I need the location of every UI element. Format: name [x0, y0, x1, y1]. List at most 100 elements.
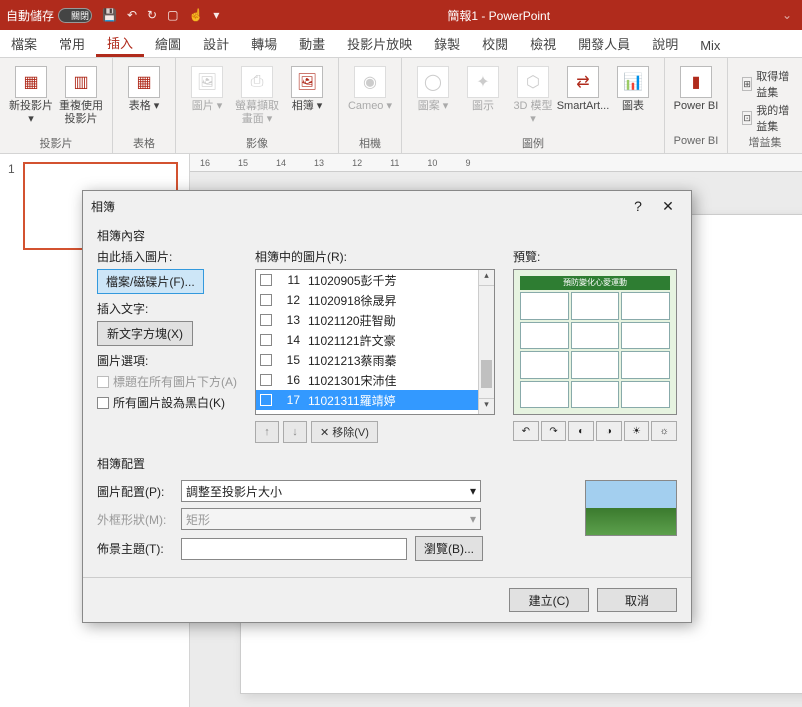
theme-input[interactable] [181, 538, 407, 560]
close-icon[interactable]: ✕ [653, 198, 683, 215]
album-icon: 🖼 [291, 66, 323, 98]
ruler-horizontal: 161514131211109 [190, 154, 802, 172]
picture-button[interactable]: 🖼圖片 ▾ [184, 62, 230, 135]
list-item-selected[interactable]: 1711021311羅靖婷 [256, 390, 494, 410]
get-addins-button[interactable]: ⊞取得增益集 [742, 68, 794, 100]
help-icon[interactable]: ? [623, 198, 653, 214]
tab-design[interactable]: 設計 [192, 29, 240, 57]
tab-developer[interactable]: 開發人員 [567, 29, 641, 57]
tab-slideshow[interactable]: 投影片放映 [336, 29, 423, 57]
redo-icon[interactable]: ↻ [147, 8, 157, 22]
tab-file[interactable]: 檔案 [0, 29, 48, 57]
reuse-slide-button[interactable]: ▥重複使用投影片 [58, 62, 104, 135]
new-slide-icon: ▦ [15, 66, 47, 98]
ribbon: ▦新投影片 ▾ ▥重複使用投影片 投影片 ▦表格 ▾ 表格 🖼圖片 ▾ ⎙螢幕擷… [0, 58, 802, 154]
rotate-left-button[interactable]: ↶ [513, 421, 539, 441]
tab-review[interactable]: 校閱 [471, 29, 519, 57]
powerbi-icon: ▮ [680, 66, 712, 98]
chevron-down-icon: ▾ [470, 512, 476, 526]
remove-button[interactable]: ✕ 移除(V) [311, 421, 378, 443]
list-item[interactable]: 1511021213蔡雨蓁 [256, 350, 494, 370]
touch-icon[interactable]: ☝ [188, 8, 203, 22]
undo-icon[interactable]: ↶ [127, 8, 137, 22]
qat-more-icon[interactable]: ▾ [213, 8, 219, 22]
new-textbox-button[interactable]: 新文字方塊(X) [97, 321, 193, 346]
cancel-button[interactable]: 取消 [597, 588, 677, 612]
tab-view[interactable]: 檢視 [519, 29, 567, 57]
smartart-button[interactable]: ⇄SmartArt... [560, 62, 606, 135]
picture-listbox[interactable]: 1111020905彭千芳 1211020918徐晟昇 1311021120莊智… [255, 269, 495, 415]
addins-icon: ⊡ [742, 111, 752, 125]
layout-label: 圖片配置(P): [97, 483, 173, 500]
frame-select: 矩形▾ [181, 508, 481, 530]
tab-draw[interactable]: 繪圖 [144, 29, 192, 57]
cameo-icon: ◉ [354, 66, 386, 98]
group-powerbi-label: Power BI [673, 135, 719, 151]
table-icon: ▦ [128, 66, 160, 98]
group-addins: ⊞取得增益集 ⊡我的增益集 增益集 [728, 58, 802, 153]
autosave-toggle[interactable]: 關閉 [58, 8, 92, 23]
cameo-button[interactable]: ◉Cameo ▾ [347, 62, 393, 135]
list-item[interactable]: 1611021301宋沛佳 [256, 370, 494, 390]
bw-checkbox[interactable]: 所有圖片設為黑白(K) [97, 394, 237, 411]
group-camera: ◉Cameo ▾ 相機 [339, 58, 402, 153]
dialog-titlebar: 相簿 ? ✕ [83, 191, 691, 221]
tab-insert[interactable]: 插入 [96, 28, 144, 57]
move-up-button[interactable]: ↑ [255, 421, 279, 443]
my-addins-button[interactable]: ⊡我的增益集 [742, 102, 794, 134]
slideshow-icon[interactable]: ▢ [167, 8, 178, 22]
powerbi-button[interactable]: ▮Power BI [673, 62, 719, 135]
album-button[interactable]: 🖼相簿 ▾ [284, 62, 330, 135]
chart-button[interactable]: 📊圖表 [610, 62, 656, 135]
contrast-down-button[interactable]: ◑ [596, 421, 622, 441]
thumb-number: 1 [8, 162, 15, 176]
ribbon-options-icon[interactable]: ⌄ [778, 8, 796, 22]
save-icon[interactable]: 💾 [102, 8, 117, 22]
group-camera-label: 相機 [347, 135, 393, 151]
rotate-right-button[interactable]: ↷ [541, 421, 567, 441]
insert-text-label: 插入文字: [97, 300, 237, 317]
3dmodel-button[interactable]: ⬡3D 模型 ▾ [510, 62, 556, 135]
frame-label: 外框形狀(M): [97, 511, 173, 528]
layout-section-title: 相簿配置 [97, 455, 677, 472]
preview-label: 預覽: [513, 248, 677, 265]
move-down-button[interactable]: ↓ [283, 421, 307, 443]
brightness-down-button[interactable]: ☼ [651, 421, 677, 441]
shapes-button[interactable]: ◯圖案 ▾ [410, 62, 456, 135]
ribbon-tabs: 檔案 常用 插入 繪圖 設計 轉場 動畫 投影片放映 錄製 校閱 檢視 開發人員… [0, 30, 802, 58]
group-image-label: 影像 [184, 135, 330, 151]
brightness-up-button[interactable]: ☀ [624, 421, 650, 441]
tab-animation[interactable]: 動畫 [288, 29, 336, 57]
create-button[interactable]: 建立(C) [509, 588, 589, 612]
group-slides-label: 投影片 [8, 135, 104, 151]
tab-record[interactable]: 錄製 [423, 29, 471, 57]
group-illus: ◯圖案 ▾ ✦圖示 ⬡3D 模型 ▾ ⇄SmartArt... 📊圖表 圖例 [402, 58, 665, 153]
group-table-label: 表格 [121, 135, 167, 151]
picture-icon: 🖼 [191, 66, 223, 98]
tab-home[interactable]: 常用 [48, 29, 96, 57]
contrast-up-button[interactable]: ◐ [568, 421, 594, 441]
list-item[interactable]: 1111020905彭千芳 [256, 270, 494, 290]
listbox-scrollbar[interactable]: ▴▾ [478, 270, 494, 414]
new-slide-button[interactable]: ▦新投影片 ▾ [8, 62, 54, 135]
group-slides: ▦新投影片 ▾ ▥重複使用投影片 投影片 [0, 58, 113, 153]
autosave-label: 自動儲存 [6, 7, 54, 24]
tab-help[interactable]: 說明 [641, 29, 689, 57]
reuse-slide-icon: ▥ [65, 66, 97, 98]
layout-select[interactable]: 調整至投影片大小▾ [181, 480, 481, 502]
chevron-down-icon: ▾ [470, 484, 476, 498]
tab-mix[interactable]: Mix [689, 33, 731, 57]
list-item[interactable]: 1411021121許文豪 [256, 330, 494, 350]
screenshot-button[interactable]: ⎙螢幕擷取畫面 ▾ [234, 62, 280, 135]
layout-preview-thumb [585, 480, 677, 536]
browse-button[interactable]: 瀏覽(B)... [415, 536, 483, 561]
list-item[interactable]: 1211020918徐晟昇 [256, 290, 494, 310]
table-button[interactable]: ▦表格 ▾ [121, 62, 167, 135]
3d-icon: ⬡ [517, 66, 549, 98]
icons-button[interactable]: ✦圖示 [460, 62, 506, 135]
preview-image: 預防變化心愛運動 [513, 269, 677, 415]
list-item[interactable]: 1311021120莊智勛 [256, 310, 494, 330]
file-disk-button[interactable]: 檔案/磁碟片(F)... [97, 269, 204, 294]
list-label: 相簿中的圖片(R): [255, 248, 495, 265]
tab-transitions[interactable]: 轉場 [240, 29, 288, 57]
